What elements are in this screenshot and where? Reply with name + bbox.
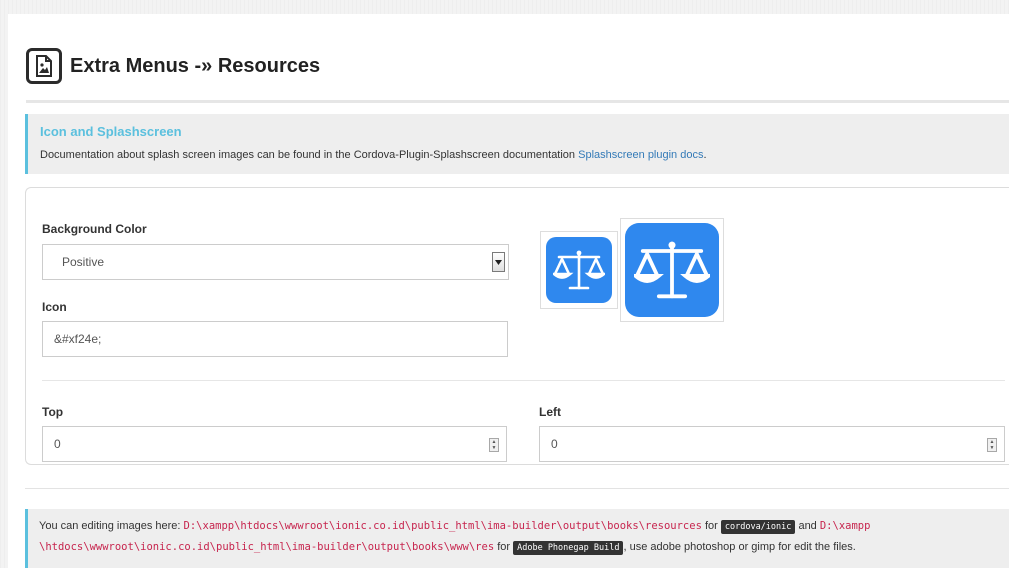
left-value: 0 <box>551 437 558 451</box>
icon-label: Icon <box>42 300 67 314</box>
spinner-arrows-icon[interactable]: ▲ ▼ <box>987 438 997 452</box>
page: Extra Menus -» Resources Icon and Splash… <box>8 14 1009 568</box>
www-res-path: \htdocs\wwwroot\ionic.co.id\public_html\… <box>39 541 495 553</box>
note-text: , use adobe photoshop or gimp for edit t… <box>623 541 856 553</box>
image-file-icon <box>26 48 62 84</box>
phonegap-build-badge: Adobe Phonegap Build <box>513 541 624 555</box>
divider <box>25 488 1009 489</box>
background-color-select[interactable]: Positive <box>42 244 509 280</box>
spinner-arrows-icon[interactable]: ▲ ▼ <box>489 438 499 452</box>
top-label: Top <box>42 405 64 419</box>
divider <box>42 380 1005 381</box>
divider <box>26 100 1009 103</box>
callout-title: Icon and Splashscreen <box>40 124 182 139</box>
icon-input[interactable]: &#xf24e; <box>42 321 508 357</box>
note-text: for <box>701 520 721 532</box>
left-number-input[interactable]: 0 ▲ ▼ <box>539 426 1005 462</box>
resources-path: D:\xampp\htdocs\wwwroot\ionic.co.id\publ… <box>183 520 702 532</box>
left-label: Left <box>539 405 561 419</box>
page-title: Extra Menus -» Resources <box>70 54 321 77</box>
resources-path-note: You can editing images here: D:\xampp\ht… <box>25 509 1009 568</box>
note-line-2: \htdocs\wwwroot\ionic.co.id\public_html\… <box>39 537 1009 558</box>
page-header: Extra Menus -» Resources <box>26 40 320 92</box>
cordova-ionic-badge: cordova/ionic <box>720 520 796 534</box>
note-text: and <box>795 520 820 532</box>
callout-body: Documentation about splash screen images… <box>40 149 579 161</box>
top-value: 0 <box>54 437 61 451</box>
callout-text: Documentation about splash screen images… <box>40 149 707 161</box>
chevron-down-icon[interactable] <box>492 252 505 272</box>
icon-preview-small <box>540 231 618 309</box>
top-number-input[interactable]: 0 ▲ ▼ <box>42 426 507 462</box>
balance-scale-icon <box>625 223 719 317</box>
balance-scale-icon <box>546 237 612 303</box>
note-text: You can editing images here: <box>39 520 184 532</box>
callout-period: . <box>703 149 707 161</box>
note-text: for <box>494 541 514 553</box>
settings-panel: Background Color Positive Icon &#xf24e; <box>25 187 1009 465</box>
icon-preview-large <box>620 218 724 322</box>
info-callout: Icon and Splashscreen Documentation abou… <box>25 114 1009 174</box>
note-line-1: You can editing images here: D:\xampp\ht… <box>39 516 1009 537</box>
splashscreen-docs-link[interactable]: Splashscreen plugin docs <box>578 149 703 161</box>
background-color-value: Positive <box>62 255 105 269</box>
background-color-label: Background Color <box>42 222 147 236</box>
icon-input-value: &#xf24e; <box>54 332 102 346</box>
www-res-path-start: D:\xampp <box>819 520 871 532</box>
